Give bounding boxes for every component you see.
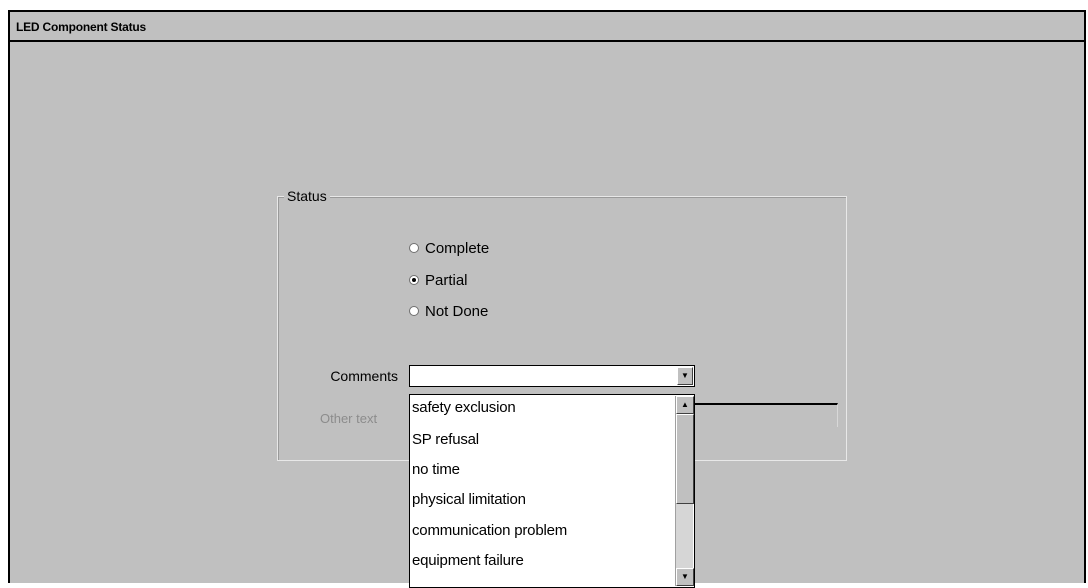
radio-button-icon[interactable]: [409, 306, 419, 316]
comments-label: Comments: [330, 368, 398, 384]
radio-partial-label[interactable]: Partial: [425, 272, 468, 289]
radio-partial[interactable]: Partial: [409, 271, 468, 289]
dropdown-option-no-time[interactable]: no time: [412, 459, 460, 481]
chevron-down-icon[interactable]: ▼: [677, 367, 693, 385]
dropdown-option-safety-exclusion[interactable]: safety exclusion: [412, 397, 516, 419]
radio-not-done[interactable]: Not Done: [409, 302, 488, 320]
comments-combobox[interactable]: ▼: [409, 365, 695, 387]
dropdown-option-physical-limitation[interactable]: physical limitation: [412, 489, 526, 511]
window-title-bar: LED Component Status: [10, 12, 1084, 42]
window-title: LED Component Status: [16, 20, 146, 34]
scrollbar-thumb[interactable]: [676, 414, 694, 504]
radio-button-icon[interactable]: [409, 243, 419, 253]
dropdown-scrollbar[interactable]: ▲ ▼: [675, 396, 694, 586]
radio-not-done-label[interactable]: Not Done: [425, 303, 488, 320]
dropdown-option-sp-refusal[interactable]: SP refusal: [412, 429, 479, 451]
led-component-status-window: LED Component Status Status Complete Par…: [8, 10, 1086, 588]
radio-complete-label[interactable]: Complete: [425, 240, 489, 257]
other-text-field[interactable]: [678, 403, 838, 427]
dropdown-option-equipment-failure[interactable]: equipment failure: [412, 550, 524, 572]
comments-dropdown-list[interactable]: safety exclusion SP refusal no time phys…: [409, 394, 695, 588]
scroll-up-arrow-icon[interactable]: ▲: [676, 396, 694, 414]
radio-complete[interactable]: Complete: [409, 239, 489, 257]
dropdown-option-communication-problem[interactable]: communication problem: [412, 520, 567, 542]
status-group-legend: Status: [284, 188, 330, 204]
other-text-label: Other text: [320, 411, 378, 426]
radio-button-icon[interactable]: [409, 275, 419, 285]
scroll-down-arrow-icon[interactable]: ▼: [676, 568, 694, 586]
